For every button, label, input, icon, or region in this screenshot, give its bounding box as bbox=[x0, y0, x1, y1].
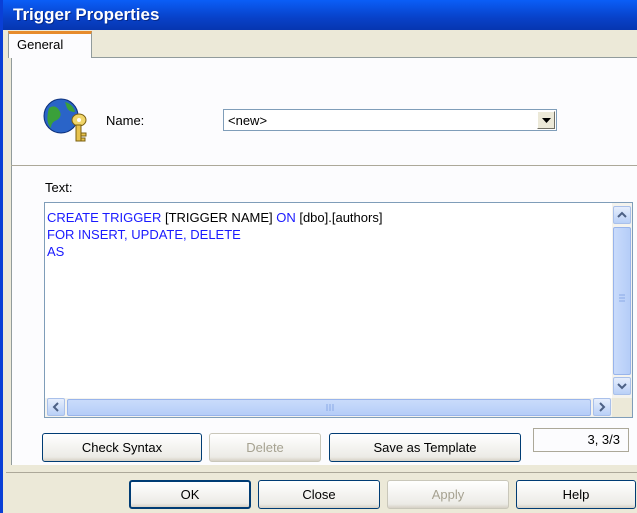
code-text: CREATE TRIGGER [TRIGGER NAME] ON [dbo].[… bbox=[47, 209, 382, 260]
vertical-scrollbar[interactable] bbox=[612, 203, 632, 399]
name-dropdown-button[interactable] bbox=[537, 111, 555, 129]
check-syntax-button[interactable]: Check Syntax bbox=[42, 433, 202, 462]
scroll-left-button[interactable] bbox=[47, 398, 65, 416]
tab-general[interactable]: General bbox=[8, 31, 92, 58]
vertical-scroll-thumb[interactable] bbox=[613, 227, 631, 375]
footer-divider bbox=[6, 472, 637, 473]
grip-icon bbox=[619, 294, 625, 302]
save-as-template-label: Save as Template bbox=[373, 440, 477, 455]
chevron-up-icon bbox=[617, 211, 627, 218]
title-bar[interactable]: Trigger Properties bbox=[3, 0, 637, 30]
close-label: Close bbox=[302, 487, 336, 502]
horizontal-scroll-thumb[interactable] bbox=[67, 399, 591, 416]
chevron-down-icon bbox=[617, 383, 627, 390]
scroll-up-button[interactable] bbox=[613, 206, 631, 224]
code-identifier: [TRIGGER NAME] bbox=[164, 210, 277, 225]
text-label: Text: bbox=[45, 180, 73, 195]
scrollbar-corner bbox=[612, 398, 632, 417]
cursor-position-indicator: 3, 3/3 bbox=[533, 428, 629, 452]
tab-general-label: General bbox=[17, 37, 64, 52]
trigger-properties-dialog: Trigger Properties General Name: <new> T… bbox=[0, 0, 637, 513]
apply-label: Apply bbox=[431, 487, 465, 502]
chevron-right-icon bbox=[599, 402, 606, 412]
ok-button[interactable]: OK bbox=[129, 480, 251, 509]
globe-key-icon bbox=[43, 98, 87, 142]
help-button[interactable]: Help bbox=[516, 480, 636, 509]
section-divider bbox=[11, 165, 637, 166]
save-as-template-button[interactable]: Save as Template bbox=[329, 433, 521, 462]
code-identifier: [dbo].[authors] bbox=[295, 210, 383, 225]
delete-label: Delete bbox=[246, 440, 284, 455]
code-keyword: AS bbox=[47, 244, 65, 259]
close-button[interactable]: Close bbox=[258, 480, 380, 509]
horizontal-scrollbar[interactable] bbox=[45, 398, 612, 417]
code-line: CREATE TRIGGER [TRIGGER NAME] ON [dbo].[… bbox=[47, 209, 382, 226]
name-label: Name: bbox=[106, 113, 145, 128]
code-keyword: CREATE TRIGGER bbox=[47, 210, 165, 225]
code-keyword: FOR INSERT, UPDATE, DELETE bbox=[47, 227, 241, 242]
window-title: Trigger Properties bbox=[13, 5, 160, 24]
chevron-down-icon bbox=[542, 118, 551, 123]
ok-label: OK bbox=[180, 487, 200, 502]
grip-icon bbox=[326, 404, 334, 411]
apply-button[interactable]: Apply bbox=[387, 480, 509, 509]
name-value: <new> bbox=[228, 113, 268, 128]
code-line: AS bbox=[47, 243, 382, 260]
code-keyword: ON bbox=[276, 210, 296, 225]
code-line: FOR INSERT, UPDATE, DELETE bbox=[47, 226, 382, 243]
scroll-down-button[interactable] bbox=[613, 377, 631, 395]
check-syntax-label: Check Syntax bbox=[81, 440, 163, 455]
chevron-left-icon bbox=[52, 402, 59, 412]
name-select[interactable]: <new> bbox=[223, 109, 557, 131]
scroll-right-button[interactable] bbox=[593, 398, 611, 416]
delete-button[interactable]: Delete bbox=[209, 433, 321, 462]
trigger-text-editor[interactable]: CREATE TRIGGER [TRIGGER NAME] ON [dbo].[… bbox=[44, 202, 633, 418]
help-label: Help bbox=[562, 487, 590, 502]
